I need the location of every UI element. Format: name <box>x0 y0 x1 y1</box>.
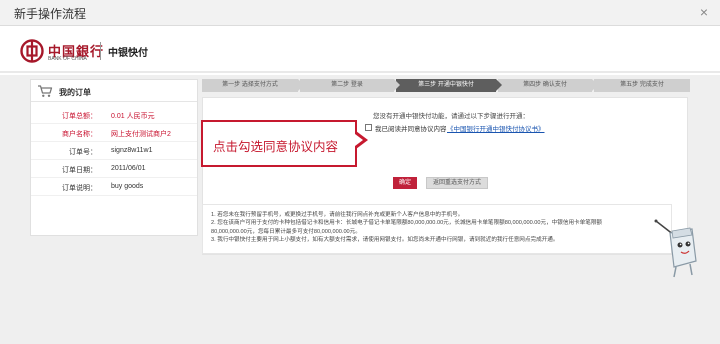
header-divider <box>100 42 101 60</box>
order-value: 0.01 人民币元 <box>111 113 155 120</box>
step-separator <box>298 79 304 91</box>
order-row-date: 订单日期： 2011/06/01 <box>31 160 197 178</box>
shopping-cart-icon <box>38 85 53 97</box>
notes-list: 1. 若您未在我行预留手机号，或更换过手机号，请前往我行网点补充或更新个人客户信… <box>211 211 671 245</box>
service-name: 中银快付 <box>108 48 148 59</box>
order-panel: 我的订单 订单总额： 0.01 人民币元 商户名称： 网上支付测试商户2 订单号… <box>30 79 198 236</box>
step-5: 第五步 完成支付 <box>594 79 690 92</box>
step-1: 第一步 选择支付方式 <box>202 79 298 92</box>
agree-label: 我已阅读并同意协议内容 <box>375 126 447 133</box>
agreement-link[interactable]: 《中国银行开通中银快付协议书》 <box>447 123 545 133</box>
order-label: 订单日期： <box>62 167 97 174</box>
dialog-titlebar: 新手操作流程 × <box>0 0 720 26</box>
bank-header: 中国銀行 BANK OF CHINA 中银快付 <box>0 27 720 73</box>
close-icon[interactable]: × <box>696 4 712 20</box>
order-value: 网上支付测试商户2 <box>111 131 171 138</box>
note-item: 3. 我行中银快付主要用于网上小额支付，如有大额支付需求，请使用网银支付。如您尚… <box>211 237 559 244</box>
payment-page: 中国銀行 BANK OF CHINA 中银快付 我的订单 订单总额： 0.01 … <box>0 27 720 344</box>
note-item: 2. 您在该商户可用于支付的卡种包括借记卡和信用卡：长城电子借记卡单笔限额80,… <box>211 220 603 227</box>
step-separator <box>592 79 598 91</box>
order-row-merchant: 商户名称： 网上支付测试商户2 <box>31 124 197 142</box>
step-separator <box>496 79 502 91</box>
mascot-pointer-icon <box>654 219 697 278</box>
order-value: buy goods <box>111 183 144 190</box>
agree-checkbox[interactable] <box>365 124 372 131</box>
order-label: 商户名称： <box>62 131 97 138</box>
step-4: 第四步 确认支付 <box>498 79 592 92</box>
order-panel-title: 我的订单 <box>59 88 91 97</box>
order-value: 2011/06/01 <box>111 165 146 172</box>
callout-text: 点击勾选同意协议内容 <box>213 140 339 154</box>
notes-box: 1. 若您未在我行预留手机号，或更换过手机号，请前往我行网点补充或更新个人客户信… <box>202 204 672 254</box>
callout-annotation: 点击勾选同意协议内容 <box>201 120 357 167</box>
confirm-button[interactable]: 确定 <box>393 177 417 189</box>
order-row-total: 订单总额： 0.01 人民币元 <box>31 106 197 124</box>
callout-arrow-fill <box>355 134 363 146</box>
order-label: 订单说明： <box>62 185 97 192</box>
step-separator <box>394 79 400 91</box>
return-reselect-button[interactable]: 返回重选支付方式 <box>426 177 488 189</box>
dialog-title: 新手操作流程 <box>14 7 87 21</box>
order-row-description: 订单说明： buy goods <box>31 178 197 196</box>
activation-prompt: 您没有开通中银快付功能，请通过以下步骤进行开通： <box>373 113 529 120</box>
step-2: 第二步 登录 <box>300 79 394 92</box>
order-panel-header: 我的订单 <box>31 80 197 102</box>
order-row-number: 订单号： signz8w11w1 <box>31 142 197 160</box>
note-item: 80,000,000.00元，您每日累计最多可支付80,000,000.00元。 <box>211 228 361 235</box>
step-3-active: 第三步 开通中银快付 <box>396 79 496 92</box>
order-label: 订单号： <box>69 149 97 156</box>
order-label: 订单总额： <box>62 113 97 120</box>
bank-name-en: BANK OF CHINA <box>48 56 87 62</box>
boc-logo-icon <box>20 39 44 63</box>
order-value: signz8w11w1 <box>111 147 153 154</box>
note-item: 1. 若您未在我行预留手机号，或更换过手机号，请前往我行网点补充或更新个人客户信… <box>211 212 464 218</box>
step-progress-bar: 第一步 选择支付方式 第二步 登录 第三步 开通中银快付 第四步 确认支付 第五… <box>202 79 690 92</box>
